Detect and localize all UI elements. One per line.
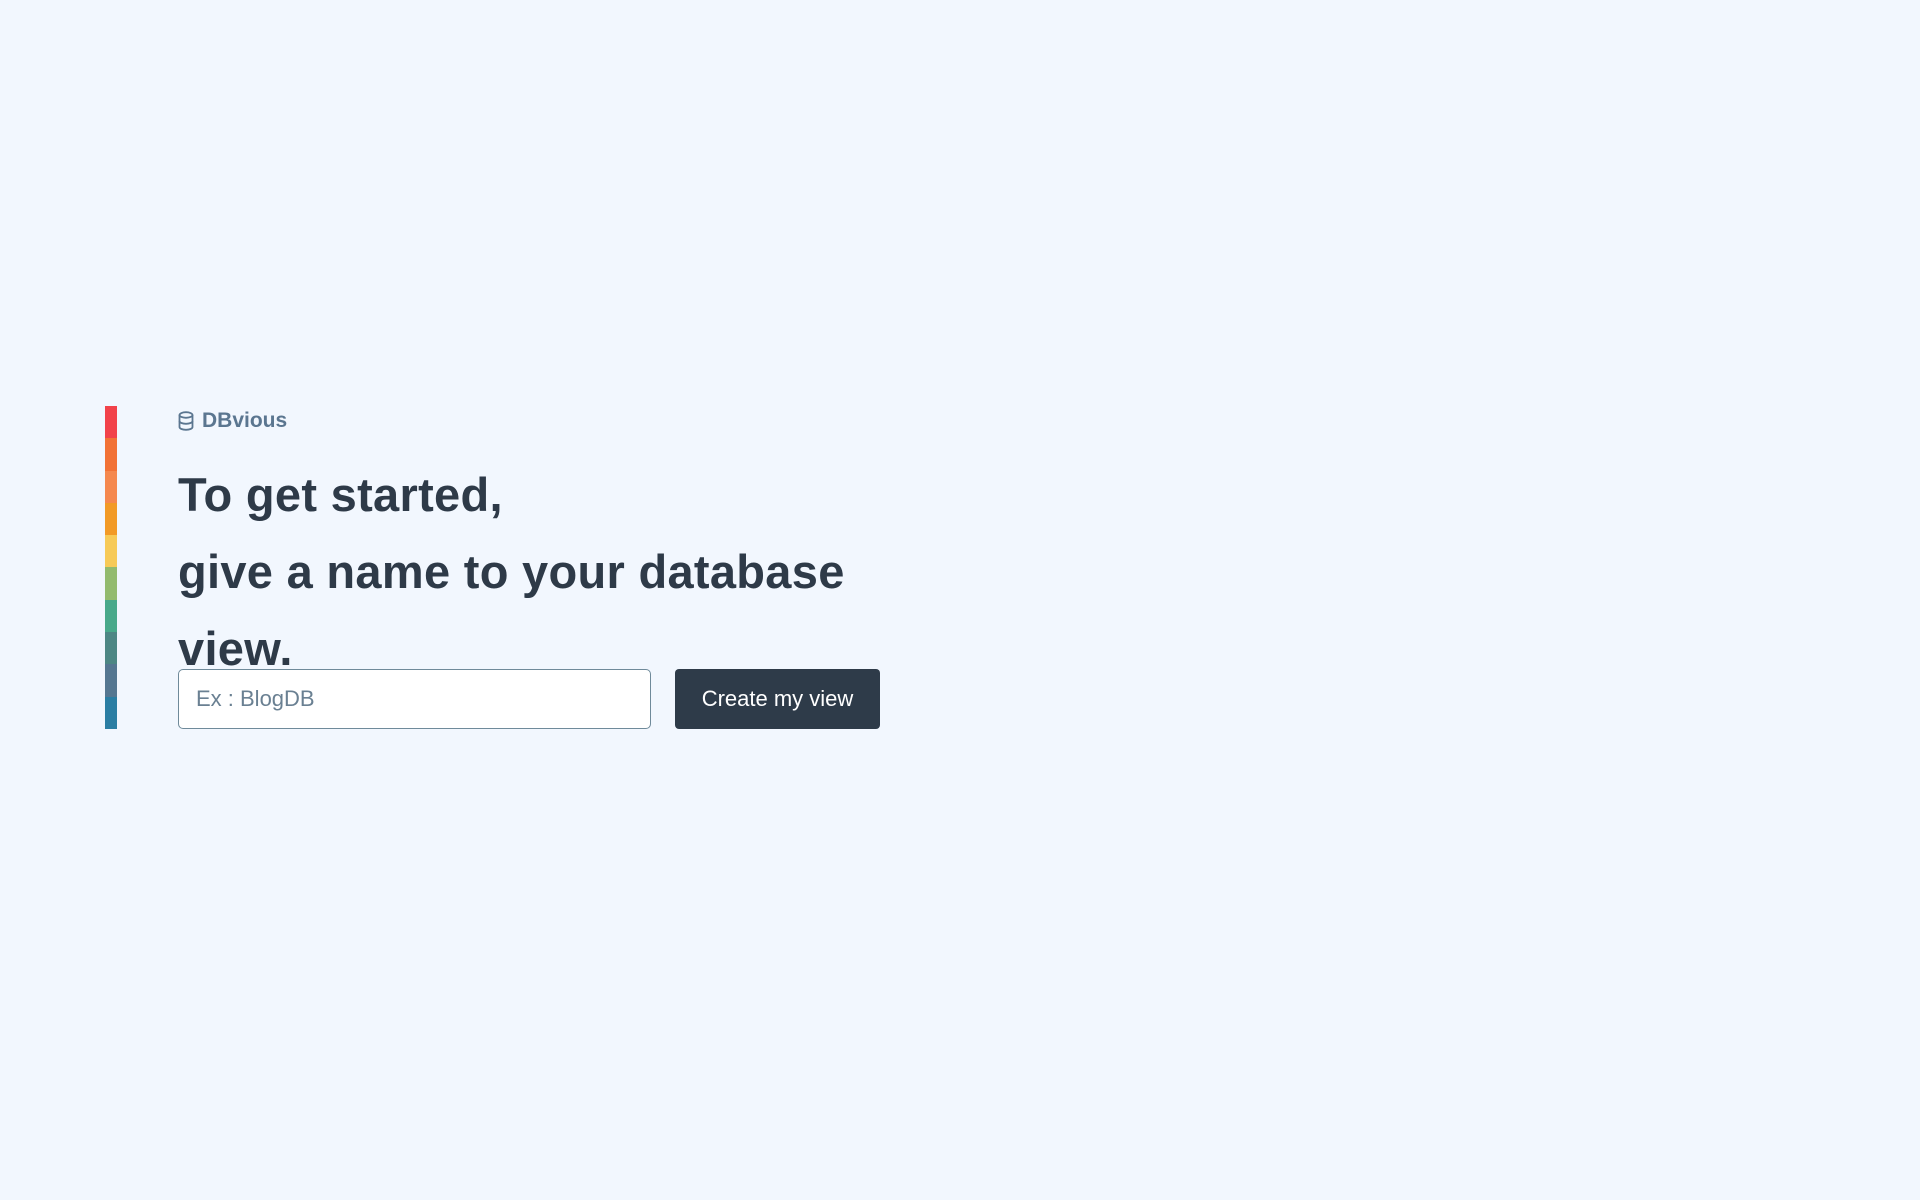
accent-stripe-segment: [105, 567, 117, 600]
accent-stripe-segment: [105, 470, 117, 503]
accent-stripe: [105, 406, 117, 729]
accent-stripe-segment: [105, 632, 117, 665]
accent-stripe-segment: [105, 502, 117, 536]
page-title: To get started, give a name to your data…: [178, 456, 898, 687]
database-icon: [178, 411, 194, 431]
brand: DBvious: [178, 406, 898, 436]
create-view-form: Create my view: [178, 669, 880, 729]
headline-line-1: To get started,: [178, 468, 503, 521]
accent-stripe-segment: [105, 664, 117, 697]
create-view-button[interactable]: Create my view: [675, 669, 880, 729]
database-name-input[interactable]: [178, 669, 651, 729]
main-content: DBvious To get started, give a name to y…: [178, 406, 898, 729]
headline-line-2: give a name to your database: [178, 545, 845, 598]
accent-stripe-segment: [105, 438, 117, 471]
accent-stripe-segment: [105, 406, 117, 439]
accent-stripe-segment: [105, 599, 117, 633]
brand-name: DBvious: [202, 409, 288, 432]
accent-stripe-segment: [105, 696, 117, 729]
accent-stripe-segment: [105, 535, 117, 568]
